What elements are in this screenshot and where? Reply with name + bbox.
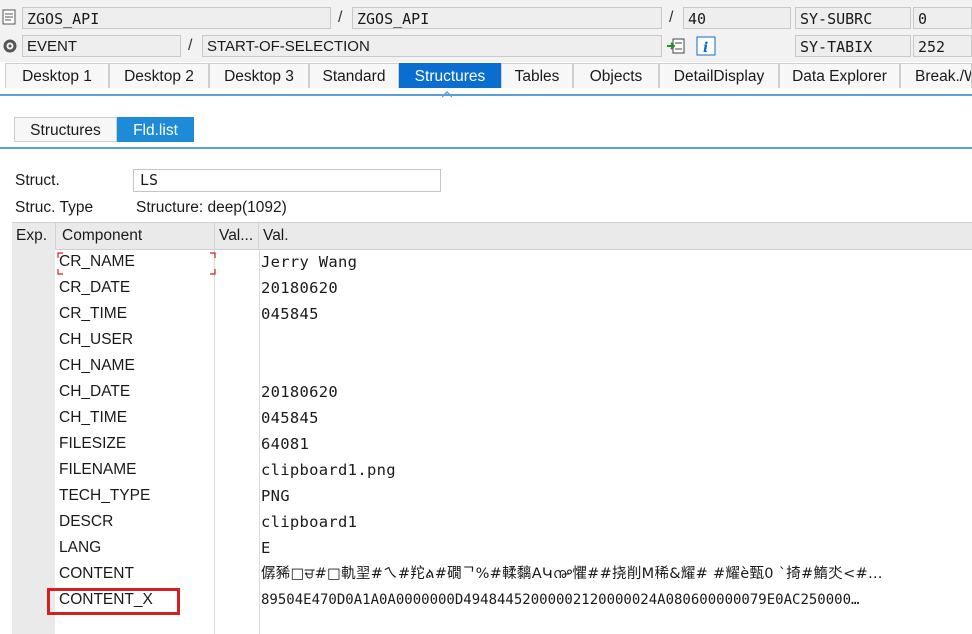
debugger-header: ZGOS_API / ZGOS_API / 40 SY-SUBRC 0 EVEN… (0, 0, 972, 62)
tab-data-explorer[interactable]: Data Explorer (779, 63, 900, 88)
separator: / (338, 9, 343, 26)
table-row[interactable]: FILESIZE 64081 (12, 431, 972, 457)
component-value[interactable]: 僝豨□ਚ#□軌䍿#ㄟ#䍫ል#礀ᄀ%#輮黐AԿ൲懼##挠削M稀&耀# #耀ѐ甄0 … (261, 561, 972, 587)
svg-text:i: i (703, 40, 708, 56)
table-row[interactable]: CR_NAME Jerry Wang (12, 249, 972, 275)
component-value[interactable]: 89504E470D0A1A0A0000000D4948445200000212… (261, 587, 972, 613)
main-tabstrip: Desktop 1 Desktop 2 Desktop 3 Standard S… (0, 63, 972, 89)
tab-standard[interactable]: Standard (309, 63, 399, 88)
subtab-underline (0, 147, 972, 149)
table-row[interactable]: CH_USER (12, 327, 972, 353)
component-value[interactable]: PNG (261, 483, 972, 509)
separator: / (188, 37, 193, 54)
separator: / (669, 9, 674, 26)
tab-underline (0, 94, 972, 96)
component-name[interactable]: CH_DATE (59, 379, 209, 405)
tab-tables[interactable]: Tables (501, 63, 573, 88)
component-name[interactable]: CH_USER (59, 327, 209, 353)
program-field[interactable]: ZGOS_API (22, 7, 331, 29)
component-name[interactable]: CR_TIME (59, 301, 209, 327)
navigate-icon[interactable] (666, 37, 686, 59)
tab-detail-display[interactable]: DetailDisplay (659, 63, 779, 88)
table-row[interactable]: CH_NAME (12, 353, 972, 379)
component-name[interactable]: CH_TIME (59, 405, 209, 431)
event-field[interactable]: START-OF-SELECTION (202, 35, 662, 57)
component-value[interactable] (261, 327, 972, 353)
component-value[interactable]: 045845 (261, 405, 972, 431)
field-list-grid: Exp. Component Val... Val. CR_NAME Jerry… (12, 222, 972, 634)
component-name[interactable]: DESCR (59, 509, 209, 535)
component-value[interactable]: clipboard1.png (261, 457, 972, 483)
tab-objects[interactable]: Objects (573, 63, 659, 88)
col-header-component[interactable]: Component (58, 223, 215, 249)
table-row[interactable]: CONTENT 僝豨□ਚ#□軌䍿#ㄟ#䍫ል#礀ᄀ%#輮黐AԿ൲懼##挠削M稀&耀… (12, 561, 972, 587)
info-icon[interactable]: i (696, 36, 716, 60)
struct-label: Struct. (15, 172, 60, 189)
component-value[interactable]: E (261, 535, 972, 561)
active-tab-caret-icon (442, 90, 452, 98)
event-type-field[interactable]: EVENT (22, 35, 181, 57)
table-row[interactable]: CR_TIME 045845 (12, 301, 972, 327)
table-row[interactable]: LANG E (12, 535, 972, 561)
table-row[interactable]: CH_TIME 045845 (12, 405, 972, 431)
component-value[interactable]: Jerry Wang (261, 249, 972, 275)
table-row[interactable]: CR_DATE 20180620 (12, 275, 972, 301)
subtab-field-list[interactable]: Fld.list (117, 117, 194, 142)
component-name[interactable]: TECH_TYPE (59, 483, 209, 509)
component-value[interactable] (261, 353, 972, 379)
highlight-box (47, 588, 180, 615)
component-name[interactable]: FILENAME (59, 457, 209, 483)
include-field[interactable]: ZGOS_API (352, 7, 662, 29)
tab-desktop-1[interactable]: Desktop 1 (5, 63, 109, 88)
component-name[interactable]: CONTENT (59, 561, 209, 587)
tab-desktop-2[interactable]: Desktop 2 (109, 63, 209, 88)
sysvar-name-field[interactable]: SY-SUBRC (795, 7, 911, 29)
table-row[interactable]: DESCR clipboard1 (12, 509, 972, 535)
table-row[interactable]: TECH_TYPE PNG (12, 483, 972, 509)
sysvar2-name-field[interactable]: SY-TABIX (795, 35, 911, 57)
component-name[interactable]: CR_DATE (59, 275, 209, 301)
sysvar2-value-field[interactable]: 252 (913, 35, 972, 57)
component-name[interactable]: LANG (59, 535, 209, 561)
tab-breakpoints[interactable]: Break./Wat (900, 63, 972, 88)
component-name[interactable]: FILESIZE (59, 431, 209, 457)
col-header-val-short[interactable]: Val... (215, 223, 259, 249)
component-value[interactable]: 045845 (261, 301, 972, 327)
col-header-val[interactable]: Val. (259, 223, 972, 249)
col-header-exp[interactable]: Exp. (12, 223, 56, 249)
grid-header: Exp. Component Val... Val. (12, 222, 972, 250)
struct-input[interactable]: LS (133, 169, 441, 192)
component-value[interactable]: 20180620 (261, 379, 972, 405)
table-row[interactable]: CH_DATE 20180620 (12, 379, 972, 405)
component-value[interactable]: 20180620 (261, 275, 972, 301)
table-row[interactable]: FILENAME clipboard1.png (12, 457, 972, 483)
struc-type-label: Struc. Type (15, 199, 94, 216)
source-code-icon[interactable] (2, 9, 18, 29)
sysvar-value-field[interactable]: 0 (913, 7, 972, 29)
component-name[interactable]: CR_NAME (59, 249, 209, 275)
component-value[interactable]: clipboard1 (261, 509, 972, 535)
tab-structures[interactable]: Structures (399, 63, 501, 88)
tab-desktop-3[interactable]: Desktop 3 (209, 63, 309, 88)
component-value[interactable]: 64081 (261, 431, 972, 457)
gear-icon[interactable] (1, 37, 19, 59)
component-name[interactable]: CH_NAME (59, 353, 209, 379)
line-field[interactable]: 40 (683, 7, 791, 29)
struc-type-value: Structure: deep(1092) (136, 199, 287, 216)
subtab-structures[interactable]: Structures (14, 117, 117, 142)
